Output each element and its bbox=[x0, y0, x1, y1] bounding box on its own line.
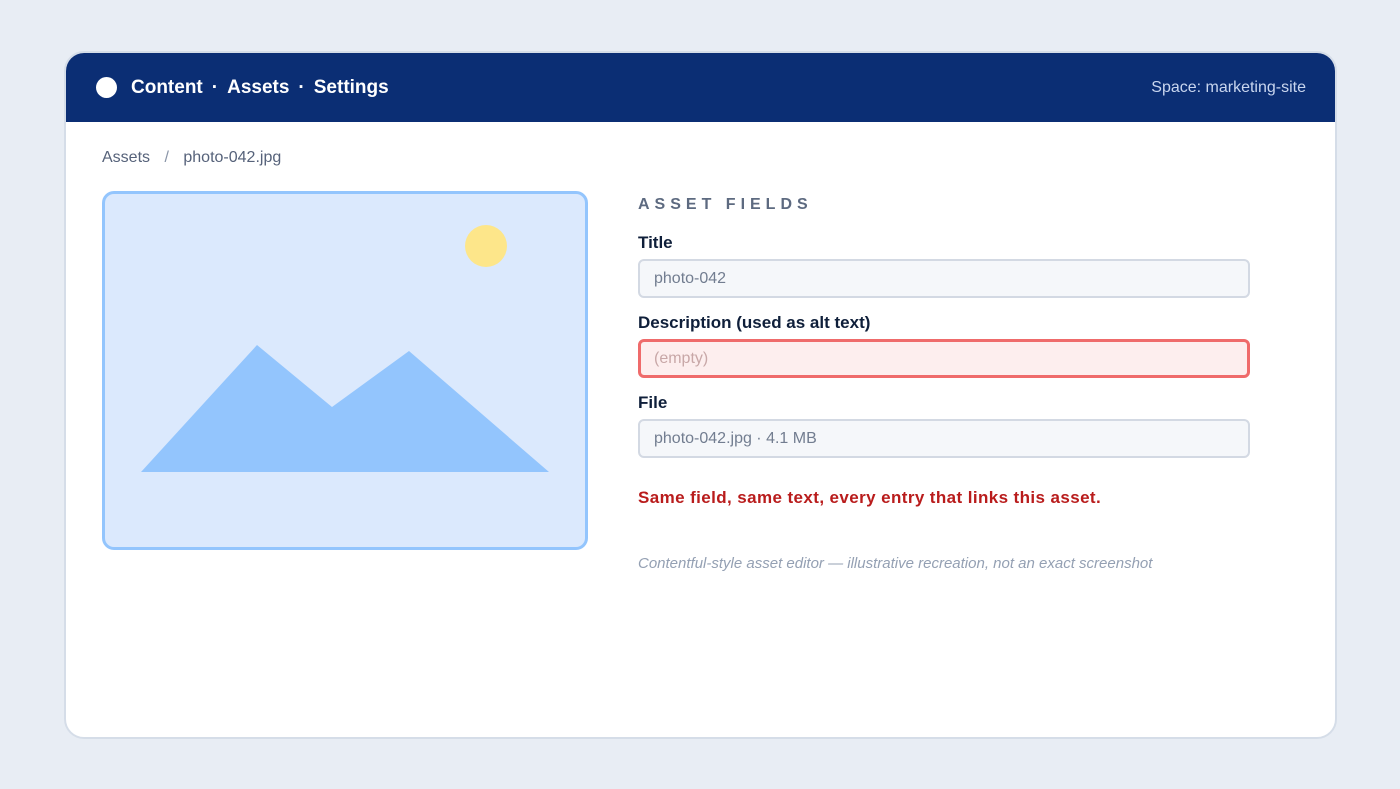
breadcrumb-item-assets[interactable]: Assets bbox=[102, 149, 150, 166]
asset-preview[interactable] bbox=[102, 191, 588, 550]
nav-separator: · bbox=[211, 76, 219, 98]
nav-item-settings[interactable]: Settings bbox=[314, 77, 389, 99]
title-field-label: Title bbox=[638, 233, 673, 252]
sun-shape bbox=[465, 225, 507, 267]
file-field[interactable]: photo-042.jpg · 4.1 MB bbox=[638, 419, 1250, 458]
section-heading: ASSET FIELDS bbox=[638, 196, 813, 213]
space-selector[interactable]: Space: marketing-site bbox=[1151, 53, 1306, 122]
top-navigation-bar: Content · Assets · Settings Space: marke… bbox=[66, 53, 1335, 122]
nav-item-assets[interactable]: Assets bbox=[227, 77, 289, 99]
mountains-shape bbox=[141, 345, 549, 472]
app-window: Content · Assets · Settings Space: marke… bbox=[64, 51, 1337, 739]
main-nav: Content · Assets · Settings bbox=[131, 53, 389, 122]
warning-message: Same field, same text, every entry that … bbox=[638, 488, 1102, 507]
description-field[interactable]: (empty) bbox=[638, 339, 1250, 378]
caption-note: Contentful-style asset editor — illustra… bbox=[638, 555, 1153, 572]
logo-icon[interactable] bbox=[96, 77, 117, 98]
title-field[interactable]: photo-042 bbox=[638, 259, 1250, 298]
file-field-label: File bbox=[638, 393, 668, 412]
breadcrumb-item-current: photo-042.jpg bbox=[183, 149, 282, 166]
nav-separator: · bbox=[298, 76, 305, 98]
description-field-label: Description (used as alt text) bbox=[638, 313, 871, 332]
breadcrumb-separator: / bbox=[164, 149, 169, 166]
nav-item-content[interactable]: Content bbox=[131, 77, 203, 99]
asset-fields-panel: ASSET FIELDS Title photo-042 Description… bbox=[638, 193, 1250, 572]
image-placeholder-icon bbox=[141, 225, 549, 472]
breadcrumb: Assets / photo-042.jpg bbox=[102, 149, 281, 167]
